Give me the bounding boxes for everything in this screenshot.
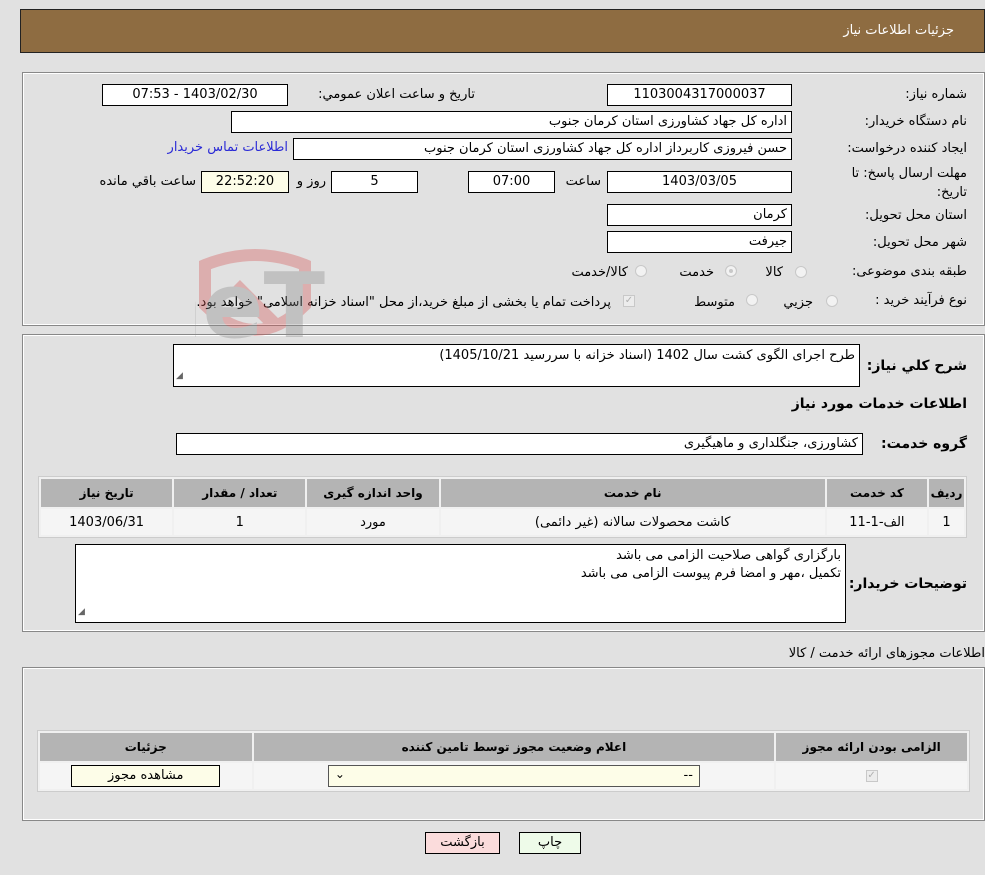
process-radio-small[interactable] (826, 295, 838, 307)
category-label: طبقه بندی موضوعی: (851, 264, 967, 279)
buyer-notes-line-2: تکمیل ،مهر و امضا فرم پیوست الزامی می با… (580, 566, 841, 581)
resize-grip-icon[interactable]: ◢ (176, 367, 183, 385)
category-radio-goods[interactable] (795, 266, 807, 278)
deadline-time-field[interactable]: 07:00 (468, 171, 555, 193)
table-row: ✓ -- ⌄ مشاهده مجوز (40, 763, 967, 789)
general-description-label: شرح كلي نياز: (866, 358, 967, 374)
cell-service-code: الف-1-11 (826, 509, 928, 535)
permit-status-value: -- (683, 768, 693, 783)
deadline-date-field[interactable]: 1403/03/05 (607, 171, 792, 193)
category-option-service: خدمت (679, 265, 714, 280)
buyer-notes-textarea[interactable]: بارگزاری گواهی صلاحیت الزامی می باشد تکم… (75, 544, 846, 623)
cell-permit-status: -- ⌄ (253, 763, 775, 789)
cell-row-number: 1 (929, 509, 964, 535)
page-title: جزئیات اطلاعات نیاز (843, 23, 954, 38)
cell-service-name: کاشت محصولات سالانه (غیر دائمی) (440, 509, 825, 535)
general-description-textarea[interactable]: طرح اجرای الگوی کشت سال 1402 (اسناد خزان… (173, 344, 860, 387)
deadline-label: مهلت ارسال پاسخ: تا تاریخ: (851, 166, 967, 200)
province-field[interactable]: کرمان (607, 204, 792, 226)
announce-date-field[interactable]: 1403/02/30 - 07:53 (102, 84, 288, 106)
permits-table: الزامی بودن ارائه مجوز اعلام وضعیت مجوز … (37, 730, 970, 792)
buyer-contact-link[interactable]: اطلاعات تماس خریدار (168, 140, 288, 155)
col-permit-details: جزئیات (40, 733, 252, 761)
table-row: 1 الف-1-11 کاشت محصولات سالانه (غیر دائم… (41, 509, 964, 535)
remaining-time-label: ساعت باقي مانده (99, 174, 196, 189)
services-table: ردیف کد خدمت نام خدمت واحد اندازه گیری ت… (38, 476, 967, 538)
treasury-note: پرداخت تمام یا بخشی از مبلغ خرید،از محل … (196, 295, 611, 310)
buyer-notes-label: توضیحات خریدار: (848, 576, 967, 592)
buyer-org-label: نام دستگاه خریدار: (864, 114, 967, 129)
col-need-date: تاریخ نیاز (41, 479, 173, 507)
services-table-header: ردیف کد خدمت نام خدمت واحد اندازه گیری ت… (41, 479, 964, 507)
deadline-time-label: ساعت (565, 174, 601, 189)
service-group-label: گروه خدمت: (881, 436, 967, 452)
buyer-notes-line-1: بارگزاری گواهی صلاحیت الزامی می باشد (616, 548, 841, 563)
col-service-code: کد خدمت (826, 479, 928, 507)
cell-quantity: 1 (174, 509, 306, 535)
back-button[interactable]: بازگشت (425, 832, 500, 854)
resize-grip-icon[interactable]: ◢ (78, 603, 85, 621)
remaining-time-field: 22:52:20 (201, 171, 289, 193)
chevron-down-icon: ⌄ (334, 767, 345, 781)
creator-field[interactable]: حسن فیروزی کاربرداز اداره کل جهاد کشاورز… (293, 138, 792, 160)
process-option-medium: متوسط (694, 295, 735, 310)
category-radio-goods-service[interactable] (635, 265, 647, 277)
service-group-field[interactable]: کشاورزی، جنگلداری و ماهیگیری (176, 433, 863, 455)
need-number-label: شماره نیاز: (905, 87, 967, 102)
permit-status-select[interactable]: -- ⌄ (327, 765, 700, 787)
cell-permit-details: مشاهده مجوز (40, 763, 252, 789)
creator-label: ایجاد کننده درخواست: (847, 141, 967, 156)
col-service-name: نام خدمت (440, 479, 825, 507)
cell-need-date: 1403/06/31 (41, 509, 173, 535)
process-radio-medium[interactable] (746, 294, 758, 306)
general-description-text: طرح اجرای الگوی کشت سال 1402 (اسناد خزان… (439, 348, 855, 363)
need-number-field[interactable]: 1103004317000037 (607, 84, 792, 106)
days-label: روز و (296, 174, 326, 189)
page-header: جزئیات اطلاعات نیاز (20, 9, 985, 53)
permit-required-checkbox[interactable]: ✓ (865, 770, 878, 782)
treasury-checkbox[interactable]: ✓ (623, 295, 635, 307)
city-label: شهر محل تحویل: (872, 235, 967, 250)
cell-unit: مورد (307, 509, 439, 535)
city-field[interactable]: جیرفت (607, 231, 792, 253)
permits-table-header: الزامی بودن ارائه مجوز اعلام وضعیت مجوز … (40, 733, 967, 761)
province-label: استان محل تحویل: (865, 208, 967, 223)
days-remaining-field[interactable]: 5 (331, 171, 418, 193)
buyer-org-field[interactable]: اداره کل جهاد کشاورزی استان کرمان جنوب (231, 111, 792, 133)
category-option-goods: کالا (765, 265, 783, 280)
print-button[interactable]: چاپ (519, 832, 581, 854)
process-option-small: جزيي (783, 295, 813, 310)
col-row-number: ردیف (929, 479, 964, 507)
col-quantity: تعداد / مقدار (174, 479, 306, 507)
process-label: نوع فرآیند خرید : (875, 293, 967, 308)
col-permit-status: اعلام وضعیت مجوز توسط تامین کننده (253, 733, 775, 761)
announce-date-label: تاریخ و ساعت اعلان عمومي: (318, 87, 475, 102)
services-heading: اطلاعات خدمات مورد نیاز (791, 396, 967, 412)
cell-permit-required: ✓ (776, 763, 967, 789)
category-radio-service[interactable] (725, 265, 737, 277)
col-permit-required: الزامی بودن ارائه مجوز (776, 733, 967, 761)
permits-heading: اطلاعات مجوزهای ارائه خدمت / کالا (788, 646, 985, 661)
col-unit: واحد اندازه گیری (307, 479, 439, 507)
view-permit-button[interactable]: مشاهده مجوز (71, 765, 221, 787)
category-option-goods-service: کالا/خدمت (571, 265, 628, 280)
